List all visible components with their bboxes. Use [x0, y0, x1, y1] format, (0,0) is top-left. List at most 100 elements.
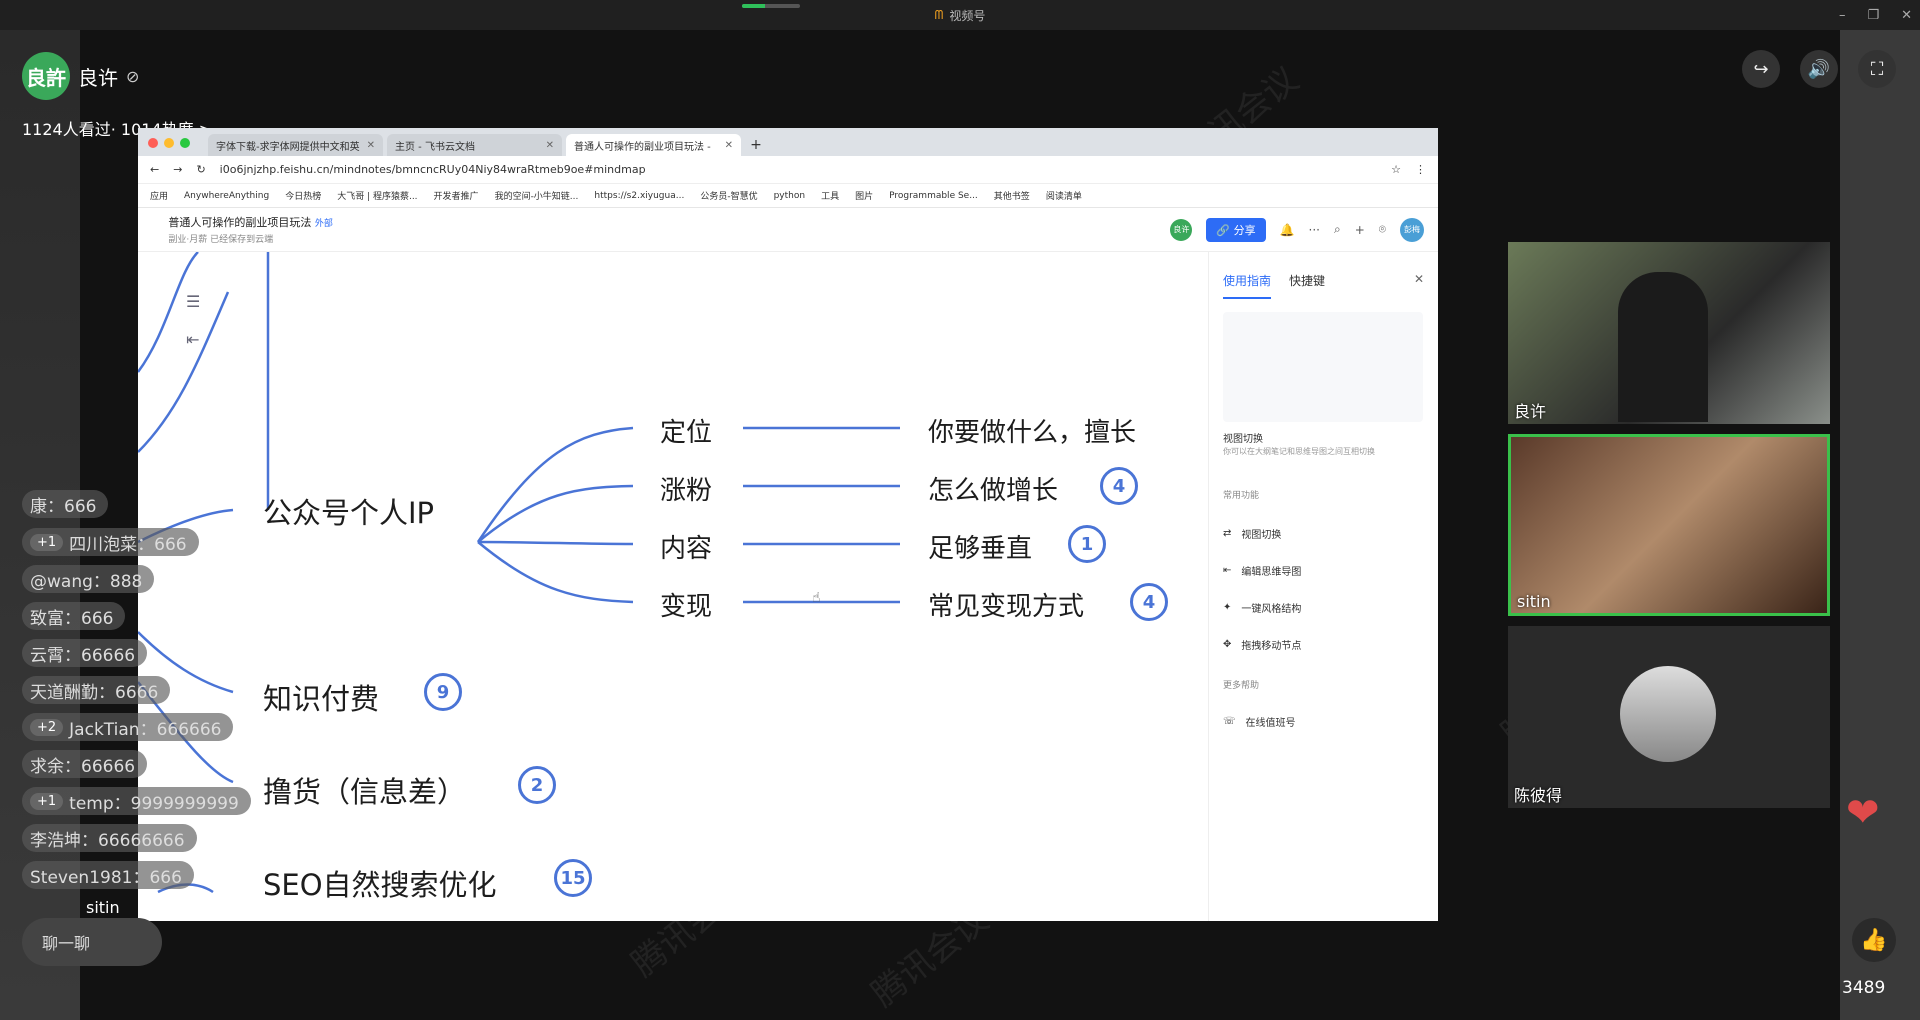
- node-main[interactable]: 公众号个人IP: [263, 490, 434, 532]
- fullscreen-icon[interactable]: ⛶: [1858, 50, 1896, 88]
- browser-tab-active[interactable]: 普通人可操作的副业项目玩法 - ✕: [566, 134, 741, 156]
- tab-close-icon[interactable]: ✕: [725, 140, 733, 151]
- forward-icon[interactable]: →: [173, 163, 182, 176]
- bookmark-item[interactable]: 其他书签: [994, 189, 1030, 202]
- video-tile-active-speaker[interactable]: sitin: [1508, 434, 1830, 616]
- comment-text: 致富：666: [30, 608, 114, 629]
- node-sub[interactable]: 变现: [660, 586, 712, 623]
- collapse-badge[interactable]: 15: [554, 859, 592, 897]
- like-button[interactable]: 👍: [1852, 918, 1896, 962]
- doc-header: ‹ 普通人可操作的副业项目玩法 外部 副业·月薪 已经保存到云端 良许 🔗 分享…: [138, 208, 1438, 252]
- comment-item: +1 temp：9999999999: [22, 787, 251, 815]
- node-detail[interactable]: 你要做什么，擅长: [928, 412, 1136, 449]
- bookmark-item[interactable]: 工具: [821, 189, 839, 202]
- url-field[interactable]: i0o6jnjzhp.feishu.cn/mindnotes/bmncncRUy…: [220, 163, 1377, 176]
- panel-item[interactable]: ⇄ 视图切换: [1223, 526, 1281, 541]
- profile-avatar[interactable]: 彭梅: [1400, 217, 1424, 242]
- bookmark-item[interactable]: 公务员-智慧优: [700, 189, 757, 202]
- user-avatar[interactable]: 良许: [1170, 218, 1193, 241]
- bell-icon[interactable]: 🔔: [1280, 223, 1295, 237]
- panel-close-icon[interactable]: ✕: [1414, 272, 1424, 299]
- node-branch[interactable]: 知识付费: [263, 676, 379, 718]
- collapse-badge[interactable]: 1: [1068, 525, 1106, 563]
- doc-back-icon[interactable]: ‹: [152, 220, 158, 239]
- bookmark-star-icon[interactable]: ☆: [1391, 163, 1401, 176]
- new-tab-icon[interactable]: +: [745, 134, 767, 156]
- outline-icon[interactable]: ☰: [186, 292, 200, 311]
- browser-tabs: 字体下载-求字体网提供中文和英 ✕ 主页 - 飞书云文档 ✕ 普通人可操作的副业项目…: [138, 128, 1438, 156]
- loading-bar: [742, 4, 800, 8]
- indent-icon[interactable]: ⇤: [186, 330, 199, 349]
- node-detail[interactable]: 怎么做增长: [928, 470, 1058, 507]
- bookmark-item[interactable]: 阅读清单: [1046, 189, 1082, 202]
- location-icon[interactable]: ⌾: [1379, 222, 1386, 237]
- video-tile[interactable]: 陈彼得: [1508, 626, 1830, 808]
- right-blur-edge: [1840, 30, 1920, 1020]
- host-info[interactable]: 良許 良许 ⊘: [22, 52, 139, 100]
- bookmark-item[interactable]: AnywhereAnything: [184, 191, 269, 201]
- collapse-badge[interactable]: 9: [424, 673, 462, 711]
- comment-item: 康：666: [22, 490, 109, 518]
- comment-item: 李浩坤：66666666: [22, 824, 197, 852]
- comment-item: +2 JackTian：666666: [22, 713, 234, 741]
- bookmark-item[interactable]: Programmable Se...: [889, 191, 978, 201]
- back-icon[interactable]: ←: [150, 163, 159, 176]
- extensions-icon[interactable]: ⋮: [1415, 163, 1426, 176]
- bookmark-item[interactable]: python: [774, 191, 805, 201]
- search-icon[interactable]: ⌕: [1334, 222, 1341, 237]
- edit-icon: ⇤: [1223, 565, 1232, 576]
- more-icon[interactable]: ···: [1309, 223, 1320, 237]
- tab-close-icon[interactable]: ✕: [367, 140, 375, 151]
- preview-thumbnail: [1223, 312, 1423, 422]
- app-root: ᗰ视频号 – ❐ ✕ 腾讯会议 腾讯会议 腾讯会议 腾讯会议 良許 良许 ⊘ 1…: [0, 0, 1920, 1020]
- bookmark-item[interactable]: 图片: [855, 189, 873, 202]
- collapse-badge[interactable]: 4: [1130, 583, 1168, 621]
- node-detail[interactable]: 足够垂直: [928, 528, 1032, 565]
- video-tile[interactable]: 良许: [1508, 242, 1830, 424]
- share-button[interactable]: 🔗 分享: [1206, 217, 1266, 242]
- collapse-badge[interactable]: 2: [518, 766, 556, 804]
- reload-icon[interactable]: ↻: [196, 163, 205, 176]
- doc-tag: 外部: [314, 219, 333, 229]
- volume-icon[interactable]: 🔊: [1800, 50, 1838, 88]
- comment-text: 四川泡菜：666: [69, 534, 187, 555]
- collapse-badge[interactable]: 4: [1100, 467, 1138, 505]
- panel-item[interactable]: ✥ 拖拽移动节点: [1223, 637, 1301, 652]
- node-sub[interactable]: 定位: [660, 412, 712, 449]
- node-detail[interactable]: 常见变现方式: [928, 586, 1084, 623]
- browser-tab[interactable]: 主页 - 飞书云文档 ✕: [387, 134, 562, 156]
- panel-item[interactable]: ☏ 在线值班号: [1223, 714, 1296, 729]
- browser-tab[interactable]: 字体下载-求字体网提供中文和英 ✕: [208, 134, 383, 156]
- shared-screen: 字体下载-求字体网提供中文和英 ✕ 主页 - 飞书云文档 ✕ 普通人可操作的副业项目…: [138, 128, 1438, 921]
- add-icon[interactable]: +: [1355, 223, 1365, 237]
- mindmap-canvas: 公众号个人IP 定位 涨粉 内容 变现 你要做什么，擅长 怎么做增长 足够垂直 …: [138, 252, 1208, 921]
- node-sub[interactable]: 涨粉: [660, 470, 712, 507]
- bookmark-item[interactable]: 今日热榜: [285, 189, 321, 202]
- bookmark-item[interactable]: 开发者推广: [434, 189, 479, 202]
- restore-icon[interactable]: ❐: [1867, 8, 1879, 23]
- help-panel: 使用指南 快捷键 ✕ 视图切换 你可以在大纲笔记和思维导图之间互相切换 常用功能…: [1208, 252, 1438, 921]
- chat-input[interactable]: 聊一聊: [22, 918, 162, 966]
- share-icon[interactable]: ↪: [1742, 50, 1780, 88]
- comment-text: 康：666: [30, 496, 97, 517]
- minimize-icon[interactable]: –: [1839, 8, 1846, 23]
- tab-close-icon[interactable]: ✕: [546, 140, 554, 151]
- bookmark-item[interactable]: 大飞哥 | 程序猿蔡...: [337, 189, 417, 202]
- node-branch[interactable]: SEO自然搜索优化: [263, 862, 497, 904]
- tab-guide[interactable]: 使用指南: [1223, 272, 1272, 299]
- panel-item[interactable]: ✦ 一键风格结构: [1223, 600, 1301, 615]
- cursor-icon: ☝: [812, 590, 821, 606]
- node-sub[interactable]: 内容: [660, 528, 712, 565]
- host-avatar[interactable]: 良許: [22, 52, 70, 100]
- close-icon[interactable]: ✕: [1901, 8, 1912, 23]
- host-name[interactable]: 良许: [78, 62, 118, 91]
- node-branch[interactable]: 撸货（信息差）: [263, 769, 466, 811]
- comment-item: Steven1981：666: [22, 861, 194, 889]
- bookmark-item[interactable]: https://s2.xiyugua...: [594, 191, 684, 201]
- view-switch-icon: ⇄: [1223, 528, 1232, 539]
- tab-shortcuts[interactable]: 快捷键: [1289, 272, 1325, 299]
- bookmark-item[interactable]: 应用: [150, 189, 168, 202]
- comment-text: 求余：66666: [30, 756, 136, 777]
- bookmark-item[interactable]: 我的空间-小牛知链...: [495, 189, 579, 202]
- panel-item[interactable]: ⇤ 编辑思维导图: [1223, 563, 1301, 578]
